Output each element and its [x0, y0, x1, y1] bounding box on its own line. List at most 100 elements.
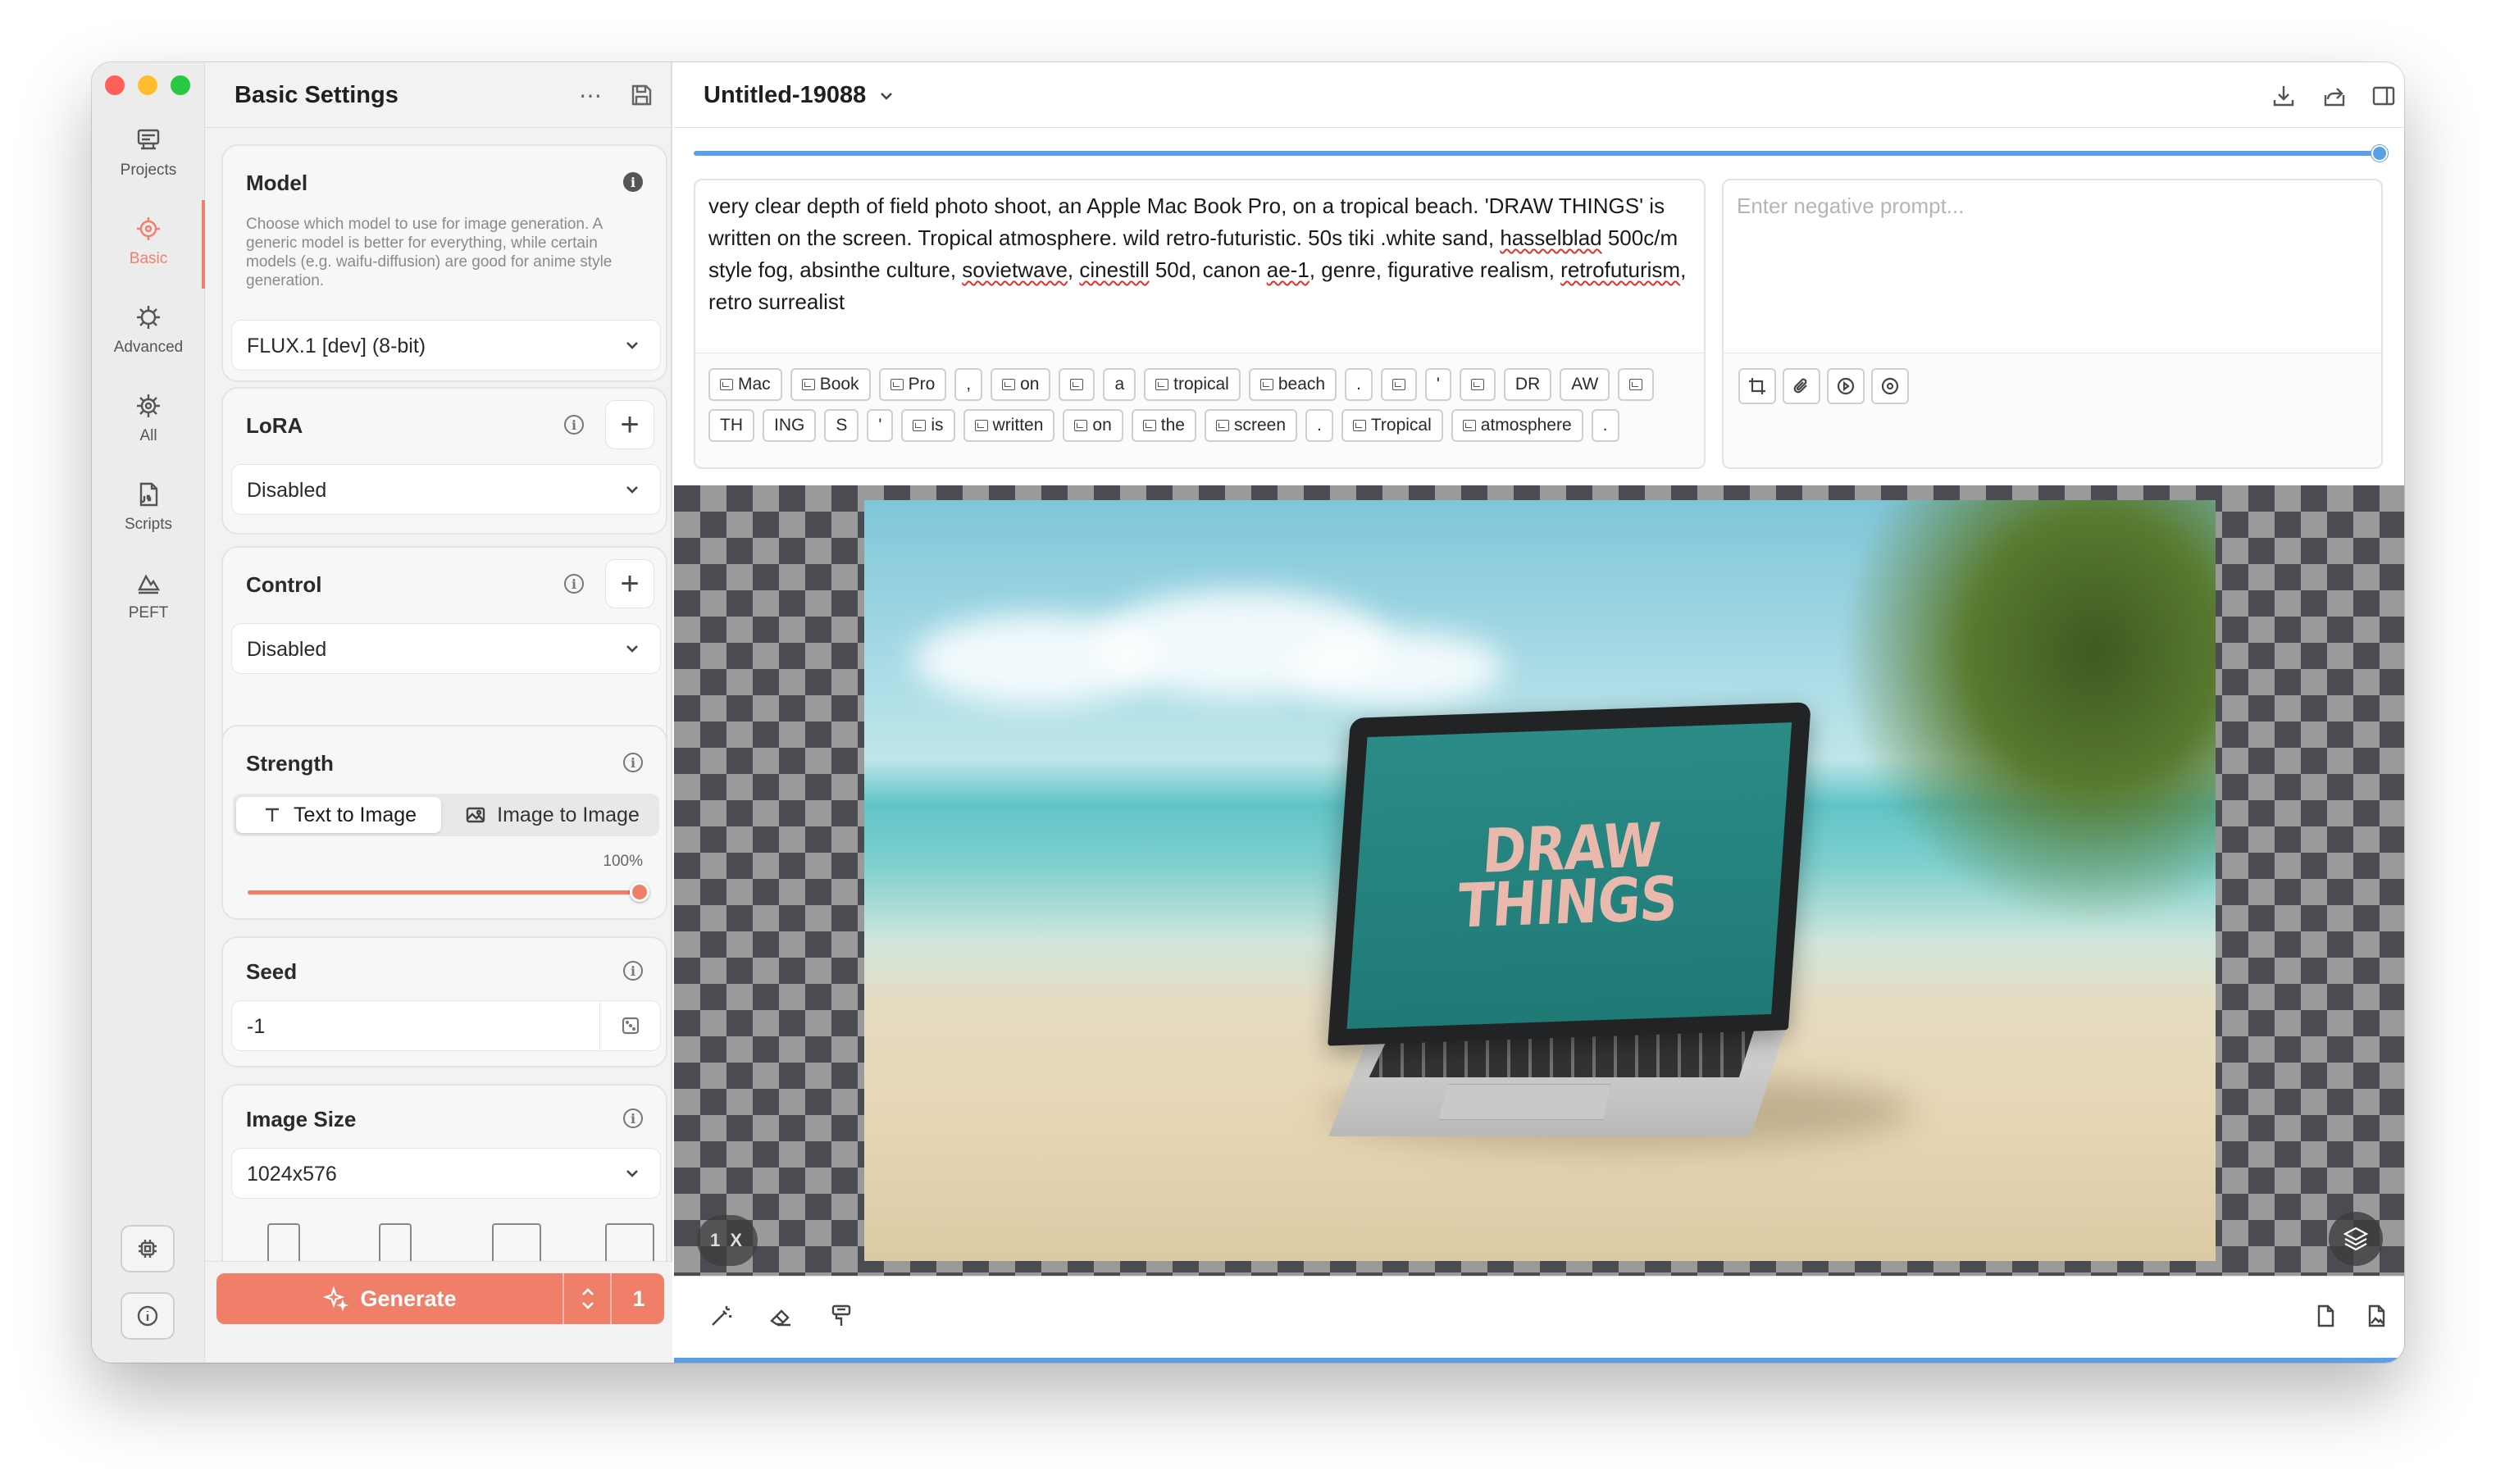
token-chip[interactable]: ' — [1424, 368, 1451, 401]
magic-wand-button[interactable] — [705, 1300, 738, 1332]
token-chip[interactable]: is — [901, 409, 955, 442]
image-size-select[interactable]: 1024x576 — [231, 1148, 661, 1199]
add-control-button[interactable]: + — [605, 559, 654, 608]
close-window-button[interactable] — [105, 75, 125, 95]
info-icon[interactable]: i — [564, 415, 584, 435]
new-document-button[interactable] — [2309, 1300, 2342, 1332]
layers-button[interactable] — [2329, 1212, 2383, 1266]
token-chip[interactable] — [1459, 368, 1496, 401]
token-chip[interactable]: ING — [763, 409, 817, 442]
token-chip[interactable]: ' — [867, 409, 894, 442]
rail-item-basic[interactable]: Basic — [92, 200, 206, 289]
document-title-menu[interactable]: Untitled-19088 — [704, 82, 895, 109]
negative-prompt-input[interactable]: Enter negative prompt... — [1737, 193, 1964, 219]
token-chip[interactable]: Mac — [708, 368, 782, 401]
toggle-sidebar-button[interactable] — [2368, 80, 2399, 112]
image-size-value: 1024x576 — [247, 1163, 337, 1186]
zoom-level-badge[interactable]: 1 X — [697, 1215, 758, 1266]
token-chip[interactable]: on — [991, 368, 1051, 401]
token-chip[interactable]: , — [954, 368, 983, 401]
main-area: Untitled-19088 very clear depth of field… — [674, 62, 2404, 1363]
all-icon — [137, 394, 160, 417]
info-icon[interactable]: i — [623, 961, 643, 981]
chevron-down-icon — [881, 92, 893, 100]
more-options-button[interactable]: ⋯ — [574, 79, 607, 112]
image-to-image-label: Image to Image — [497, 803, 640, 826]
strength-slider-thumb[interactable] — [630, 882, 649, 902]
rail-item-peft[interactable]: PEFT — [92, 554, 205, 636]
seed-value: -1 — [247, 1015, 266, 1038]
record-button[interactable] — [1871, 368, 1909, 404]
rail-item-scripts[interactable]: Scripts — [92, 466, 205, 548]
token-text: tropical — [1173, 375, 1229, 394]
token-chip[interactable] — [1618, 368, 1655, 401]
model-title: Model — [246, 171, 308, 195]
minimize-window-button[interactable] — [138, 75, 157, 95]
info-icon[interactable]: i — [564, 574, 584, 594]
crop-tool-button[interactable] — [1738, 368, 1776, 404]
lora-select[interactable]: Disabled — [231, 464, 661, 515]
token-chip[interactable]: on — [1063, 409, 1123, 442]
export-image-button[interactable] — [2360, 1300, 2393, 1332]
rail-item-projects[interactable]: Projects — [92, 112, 205, 193]
token-chip[interactable]: beach — [1248, 368, 1337, 401]
progress-thumb[interactable] — [2371, 145, 2388, 162]
generate-button[interactable]: Generate — [216, 1273, 564, 1324]
rail-item-all[interactable]: All — [92, 377, 205, 459]
token-chip[interactable]: Tropical — [1341, 409, 1443, 442]
seed-input[interactable]: -1 — [231, 1000, 661, 1051]
paint-roller-icon — [831, 1304, 851, 1326]
token-chip[interactable]: AW — [1560, 368, 1610, 401]
control-value: Disabled — [247, 638, 327, 661]
attach-button[interactable] — [1783, 368, 1820, 404]
misspelled-word: hasselblad — [1500, 225, 1602, 250]
token-chip[interactable]: . — [1305, 409, 1333, 442]
laptop-trackpad — [1438, 1084, 1610, 1120]
ellipsis-icon: ⋯ — [579, 82, 602, 108]
rail-info-button[interactable] — [121, 1292, 175, 1340]
prompt-box[interactable]: very clear depth of field photo shoot, a… — [694, 179, 1706, 469]
batch-count-stepper[interactable] — [566, 1273, 612, 1324]
token-chip[interactable]: S — [824, 409, 859, 442]
control-select[interactable]: Disabled — [231, 623, 661, 674]
token-chip[interactable]: the — [1131, 409, 1196, 442]
download-button[interactable] — [2268, 80, 2299, 112]
info-icon[interactable]: i — [623, 172, 643, 192]
token-chip[interactable]: tropical — [1144, 368, 1241, 401]
chevron-down-icon — [622, 335, 642, 355]
rail-settings-button[interactable] — [121, 1225, 175, 1272]
random-seed-button[interactable] — [599, 1001, 660, 1050]
strength-slider[interactable] — [248, 882, 649, 902]
text-to-image-tab[interactable]: Text to Image — [236, 797, 441, 833]
prompt-segment: 50d, canon — [1149, 257, 1267, 282]
token-chip[interactable] — [1380, 368, 1417, 401]
image-canvas[interactable]: DRAW THINGS 1 X — [674, 485, 2404, 1276]
play-button[interactable] — [1827, 368, 1865, 404]
token-chip[interactable]: DR — [1503, 368, 1552, 401]
prompt-input[interactable]: very clear depth of field photo shoot, a… — [708, 190, 1692, 318]
model-select[interactable]: FLUX.1 [dev] (8-bit) — [231, 320, 661, 371]
token-chip[interactable]: TH — [708, 409, 754, 442]
info-icon[interactable]: i — [623, 753, 643, 772]
token-chip[interactable]: . — [1345, 368, 1373, 401]
info-icon[interactable]: i — [623, 1108, 643, 1128]
token-chip[interactable]: . — [1591, 409, 1619, 442]
token-chip[interactable]: Pro — [878, 368, 947, 401]
token-chip[interactable]: atmosphere — [1451, 409, 1583, 442]
eraser-button[interactable] — [764, 1300, 797, 1332]
prompt-segment: , genre, figurative realism, — [1309, 257, 1561, 282]
token-chip[interactable] — [1059, 368, 1095, 401]
token-chip[interactable]: a — [1103, 368, 1136, 401]
image-to-image-tab[interactable]: Image to Image — [448, 797, 656, 833]
negative-prompt-box[interactable]: Enter negative prompt... — [1722, 179, 2383, 469]
rail-item-advanced[interactable]: Advanced — [92, 289, 205, 371]
zoom-window-button[interactable] — [171, 75, 190, 95]
share-button[interactable] — [2319, 80, 2350, 112]
token-chip[interactable]: Book — [790, 368, 871, 401]
add-lora-button[interactable]: + — [605, 400, 654, 449]
token-chip[interactable]: screen — [1204, 409, 1297, 442]
save-settings-button[interactable] — [625, 79, 658, 112]
token-chip[interactable]: written — [963, 409, 1055, 442]
paint-brush-button[interactable] — [825, 1300, 858, 1332]
chevron-down-icon — [622, 1163, 642, 1183]
